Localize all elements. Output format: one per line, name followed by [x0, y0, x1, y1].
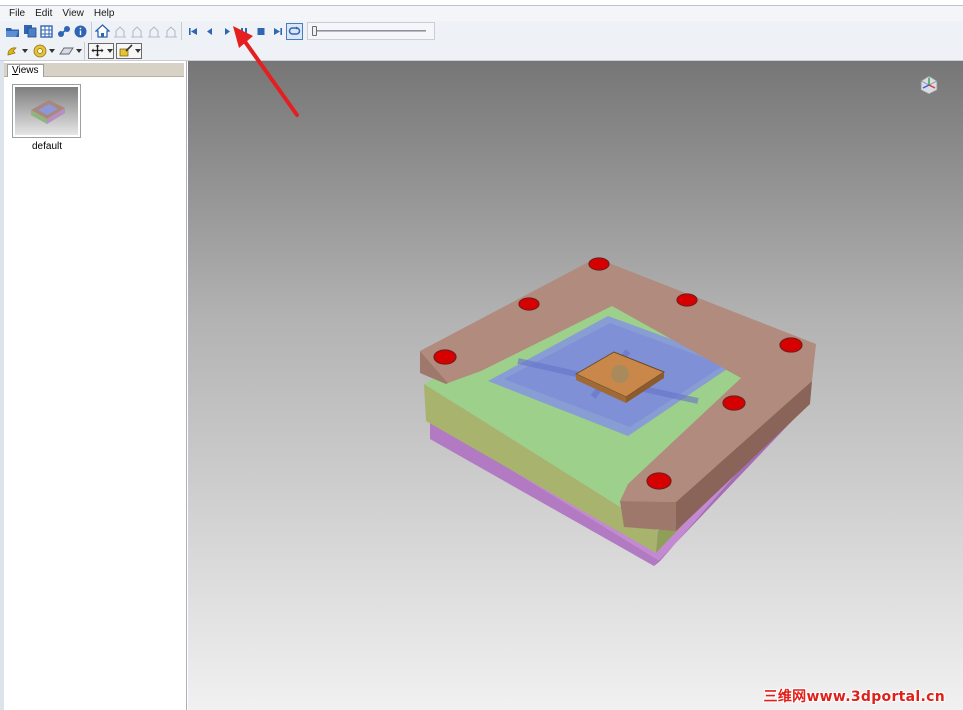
open-folder-icon[interactable] [4, 23, 21, 40]
share-icon[interactable] [55, 23, 72, 40]
mold-model-scene [420, 257, 816, 566]
view-thumbnail-image [15, 87, 78, 135]
secondary-toolbar [0, 41, 963, 61]
paint-tool-frame [116, 42, 142, 59]
animation-slider-thumb[interactable] [312, 26, 317, 36]
watermark: 三维网www.3dportal.cn [763, 689, 945, 705]
menu-bar: File Edit View Help [0, 6, 963, 21]
camera-side-icon[interactable] [145, 23, 162, 40]
playback-tools-group [182, 22, 437, 40]
3d-viewport[interactable]: 三维网www.3dportal.cn [188, 61, 963, 710]
view-tools-group [92, 22, 182, 40]
camera-top-icon[interactable] [128, 23, 145, 40]
view-item-default-label[interactable]: default [12, 141, 82, 152]
plane-icon[interactable] [58, 42, 75, 59]
paint-icon[interactable] [117, 44, 134, 58]
animation-slider[interactable] [307, 22, 435, 40]
plane-dropdown-icon[interactable] [75, 42, 82, 59]
animation-slider-track [314, 30, 426, 32]
menu-file[interactable]: File [4, 7, 30, 20]
views-tabbar: Views [4, 63, 184, 77]
step-back-icon[interactable] [201, 23, 218, 40]
navigation-tools-group [85, 42, 145, 60]
views-list: default [4, 77, 184, 710]
save-files-icon[interactable] [21, 23, 38, 40]
render-tools-group [2, 41, 85, 60]
camera-front-icon[interactable] [111, 23, 128, 40]
paint-dropdown-icon[interactable] [134, 44, 141, 58]
file-tools-group [2, 22, 92, 40]
top-plate-front-right [620, 501, 676, 531]
chip-center [611, 365, 629, 383]
info-icon[interactable] [72, 23, 89, 40]
light-dropdown-icon[interactable] [21, 42, 28, 59]
menu-view[interactable]: View [57, 7, 89, 20]
camera-iso-icon[interactable] [162, 23, 179, 40]
pan-tool-frame [88, 42, 114, 59]
pan-dropdown-icon[interactable] [106, 44, 113, 58]
main-toolbar [0, 21, 963, 41]
light-icon[interactable] [4, 42, 21, 59]
view-item-default-thumbnail[interactable] [12, 84, 81, 138]
table-icon[interactable] [38, 23, 55, 40]
menu-help[interactable]: Help [89, 7, 120, 20]
orientation-cube-icon[interactable] [917, 73, 941, 95]
tab-views[interactable]: Views [7, 64, 44, 77]
pan-icon[interactable] [89, 44, 106, 58]
skip-to-start-icon[interactable] [184, 23, 201, 40]
annotation-arrow-icon [233, 26, 299, 117]
target-icon[interactable] [31, 42, 48, 59]
target-dropdown-icon[interactable] [48, 42, 55, 59]
tab-views-label: iews [18, 65, 39, 76]
menu-edit[interactable]: Edit [30, 7, 57, 20]
home-view-icon[interactable] [94, 23, 111, 40]
